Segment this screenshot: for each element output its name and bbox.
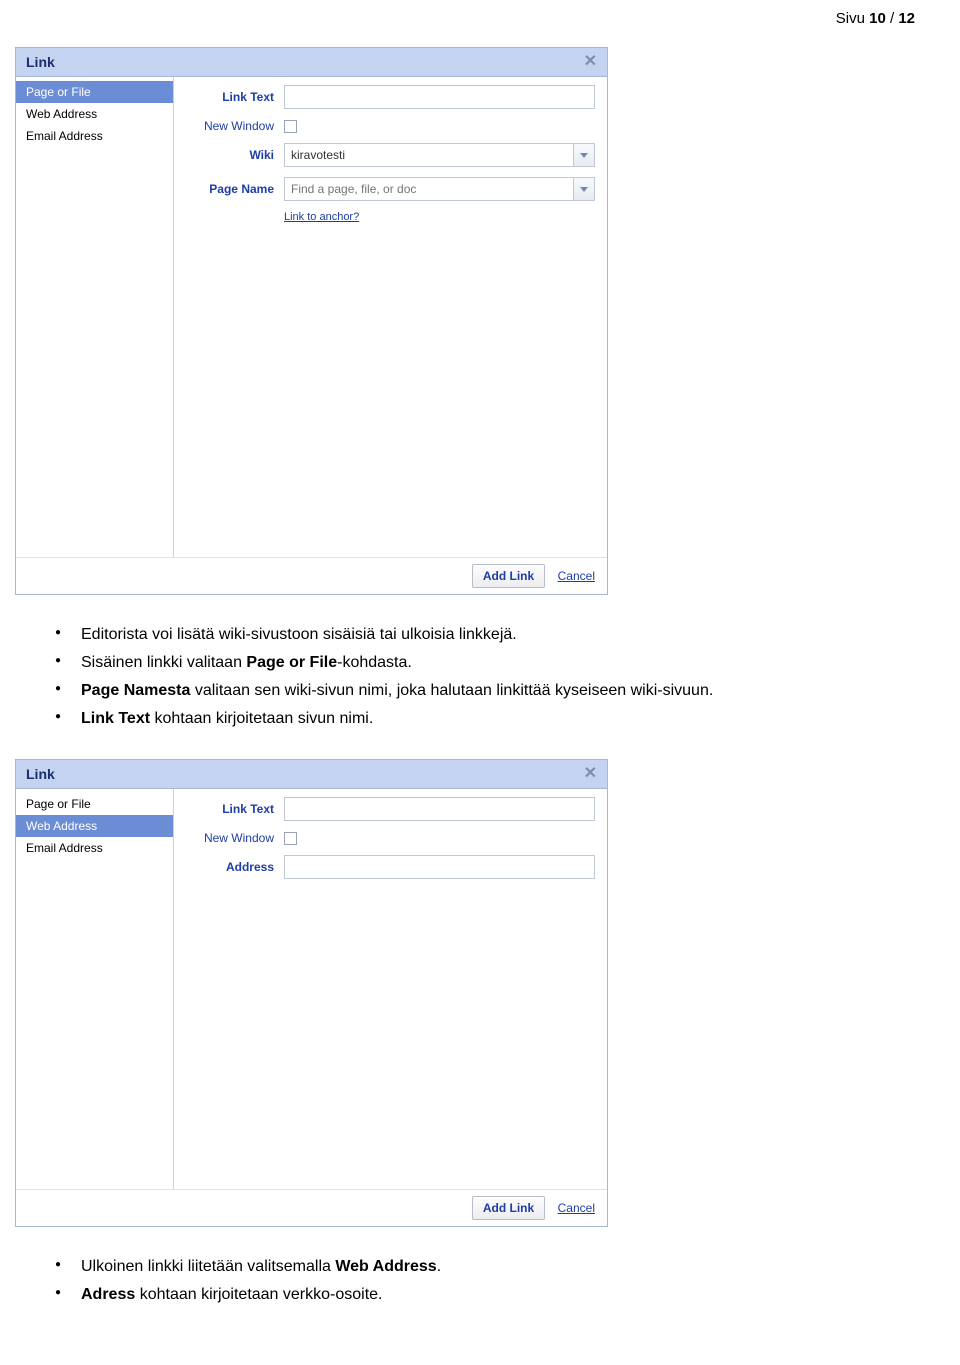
list-item: Sisäinen linkki valitaan Page or File-ko…	[55, 651, 915, 675]
new-window-label: New Window	[174, 831, 284, 845]
list-item: Link Text kohtaan kirjoitetaan sivun nim…	[55, 707, 915, 731]
dialog-form: Link Text New Window Wiki Page Name	[174, 77, 607, 557]
cancel-link[interactable]: Cancel	[558, 569, 595, 583]
wiki-label: Wiki	[174, 148, 284, 162]
list-item: Adress kohtaan kirjoitetaan verkko-osoit…	[55, 1283, 915, 1307]
sidebar-item-web-address[interactable]: Web Address	[16, 103, 173, 125]
close-icon[interactable]: ✕	[584, 54, 597, 70]
dialog-title: Link	[26, 54, 55, 70]
list-item: Editorista voi lisätä wiki-sivustoon sis…	[55, 623, 915, 647]
dialog-footer: Add Link Cancel	[16, 557, 607, 594]
sidebar-item-web-address[interactable]: Web Address	[16, 815, 173, 837]
address-label: Address	[174, 860, 284, 874]
dialog-form: Link Text New Window Address	[174, 789, 607, 1189]
dialog-sidebar: Page or File Web Address Email Address	[16, 789, 174, 1189]
new-window-checkbox[interactable]	[284, 832, 297, 845]
list-item: Ulkoinen linkki liitetään valitsemalla W…	[55, 1255, 915, 1279]
link-text-label: Link Text	[174, 90, 284, 104]
page-name-dropdown-button[interactable]	[573, 177, 595, 201]
sidebar-item-page-or-file[interactable]: Page or File	[16, 81, 173, 103]
link-text-input[interactable]	[284, 797, 595, 821]
link-text-input[interactable]	[284, 85, 595, 109]
link-to-anchor[interactable]: Link to anchor?	[284, 211, 595, 223]
sidebar-item-email-address[interactable]: Email Address	[16, 837, 173, 859]
address-input[interactable]	[284, 855, 595, 879]
new-window-checkbox[interactable]	[284, 120, 297, 133]
dialog-body: Page or File Web Address Email Address L…	[16, 789, 607, 1189]
sidebar-item-email-address[interactable]: Email Address	[16, 125, 173, 147]
dialog-body: Page or File Web Address Email Address L…	[16, 77, 607, 557]
new-window-label: New Window	[174, 119, 284, 133]
list-item: Page Namesta valitaan sen wiki-sivun nim…	[55, 679, 915, 703]
link-dialog-page-or-file: Link ✕ Page or File Web Address Email Ad…	[15, 47, 608, 595]
cancel-link[interactable]: Cancel	[558, 1201, 595, 1215]
add-link-button[interactable]: Add Link	[472, 1196, 545, 1220]
add-link-button[interactable]: Add Link	[472, 564, 545, 588]
page-number: Sivu 10 / 12	[15, 10, 915, 27]
chevron-down-icon	[580, 153, 588, 158]
dialog-header: Link ✕	[16, 48, 607, 77]
chevron-down-icon	[580, 187, 588, 192]
dialog-header: Link ✕	[16, 760, 607, 789]
instruction-list-1: Editorista voi lisätä wiki-sivustoon sis…	[55, 623, 915, 731]
wiki-select[interactable]	[284, 143, 573, 167]
sidebar-item-page-or-file[interactable]: Page or File	[16, 793, 173, 815]
dialog-sidebar: Page or File Web Address Email Address	[16, 77, 174, 557]
dialog-footer: Add Link Cancel	[16, 1189, 607, 1226]
wiki-dropdown-button[interactable]	[573, 143, 595, 167]
page-name-input[interactable]	[284, 177, 573, 201]
instruction-list-2: Ulkoinen linkki liitetään valitsemalla W…	[55, 1255, 915, 1307]
page-name-label: Page Name	[174, 182, 284, 196]
link-text-label: Link Text	[174, 802, 284, 816]
dialog-title: Link	[26, 766, 55, 782]
link-dialog-web-address: Link ✕ Page or File Web Address Email Ad…	[15, 759, 608, 1227]
close-icon[interactable]: ✕	[584, 766, 597, 782]
